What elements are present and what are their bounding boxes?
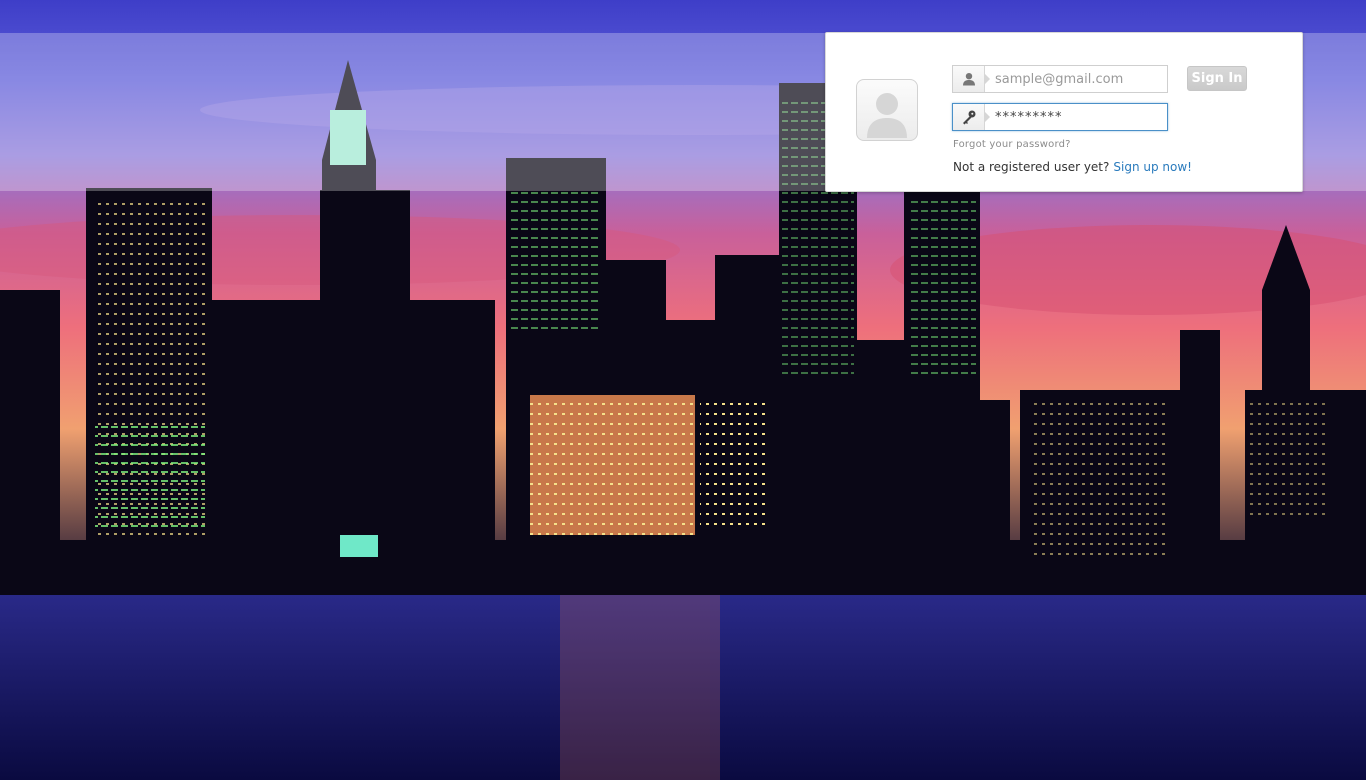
user-silhouette-icon bbox=[856, 79, 918, 141]
register-prompt-text: Not a registered user yet? bbox=[953, 160, 1110, 174]
person-icon bbox=[953, 66, 990, 92]
register-prompt: Not a registered user yet? Sign up now! bbox=[953, 160, 1192, 174]
password-field[interactable] bbox=[952, 103, 1168, 131]
key-icon bbox=[953, 104, 990, 130]
sign-in-button[interactable]: Sign In bbox=[1187, 66, 1247, 91]
email-input[interactable] bbox=[995, 68, 1163, 90]
password-input[interactable] bbox=[995, 106, 1163, 128]
forgot-password-link[interactable]: Forgot your password? bbox=[953, 139, 1071, 150]
login-panel: Sign In Forgot your password? Not a regi… bbox=[825, 32, 1303, 192]
email-field[interactable] bbox=[952, 65, 1168, 93]
sign-up-link[interactable]: Sign up now! bbox=[1113, 160, 1192, 174]
